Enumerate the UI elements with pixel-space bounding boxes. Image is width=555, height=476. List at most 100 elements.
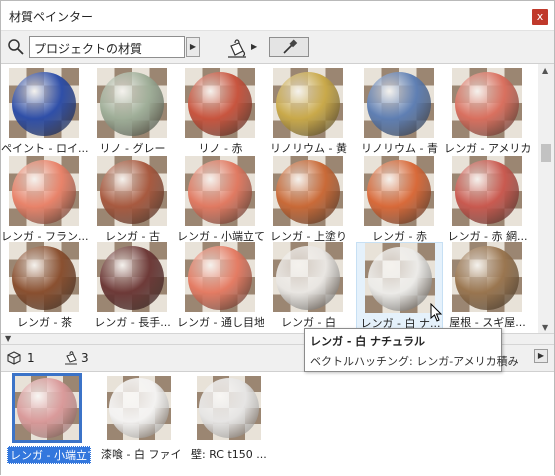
- material-thumbnail: [364, 156, 434, 226]
- bucket-options-arrow[interactable]: ▶: [251, 42, 257, 51]
- material-label: レンガ - アメリカ...: [444, 142, 531, 155]
- used-material-item[interactable]: レンガ - 小端立て: [7, 373, 91, 466]
- used-material-thumbnail: [197, 376, 261, 440]
- material-thumbnail: [97, 156, 167, 226]
- title-bar: 材質ペインター x: [1, 1, 554, 31]
- material-swatch[interactable]: リノリウム - 黄: [265, 68, 352, 156]
- material-sphere: [455, 246, 519, 310]
- material-sphere: [368, 247, 432, 311]
- material-swatch[interactable]: リノリウム - 青: [356, 68, 443, 156]
- material-sphere: [188, 246, 252, 310]
- scroll-up-icon[interactable]: ▲: [542, 66, 548, 75]
- material-sphere: [188, 160, 252, 224]
- material-tooltip: レンガ - 白 ナチュラル ベクトルハッチング: レンガ-アメリカ積み: [304, 328, 519, 372]
- material-label: リノリウム - 青: [361, 142, 438, 155]
- material-count: 3: [81, 351, 89, 365]
- mouse-cursor-icon: [430, 303, 443, 322]
- material-swatch[interactable]: レンガ - 小端立て: [177, 156, 264, 244]
- material-swatch[interactable]: レンガ - 赤: [356, 156, 443, 244]
- search-icon: [8, 39, 24, 55]
- material-thumbnail: [185, 242, 255, 312]
- material-thumbnail: [9, 156, 79, 226]
- material-sphere: [367, 72, 431, 136]
- window-title: 材質ペインター: [9, 10, 94, 24]
- material-thumbnail: [9, 68, 79, 138]
- material-sphere: [367, 160, 431, 224]
- material-label: ペイント - ロイ...: [1, 142, 88, 155]
- material-swatch[interactable]: レンガ - 白: [265, 242, 352, 330]
- material-sphere: [276, 246, 340, 310]
- material-label: レンガ - 茶: [17, 316, 72, 329]
- used-material-label: 漆喰 - 白 ファイン: [101, 448, 183, 461]
- used-material-sphere: [17, 378, 77, 438]
- material-swatch[interactable]: リノ - 赤: [177, 68, 264, 156]
- material-sphere: [276, 160, 340, 224]
- search-scope-dropdown[interactable]: ▶: [186, 37, 200, 57]
- cube-icon: [7, 351, 21, 365]
- material-thumbnail: [9, 242, 79, 312]
- material-label: リノリウム - 黄: [270, 142, 347, 155]
- material-thumbnail: [97, 68, 167, 138]
- material-swatch[interactable]: レンガ - 上塗り: [265, 156, 352, 244]
- material-swatch[interactable]: リノ - グレー: [89, 68, 176, 156]
- paint-bucket-icon[interactable]: [225, 37, 249, 59]
- material-grid: ペイント - ロイ... リノ - グレー リノ - 赤 リノリウム - 黄 リノリウム…: [1, 63, 554, 334]
- material-thumbnail: [452, 242, 522, 312]
- material-swatch[interactable]: ペイント - ロイ...: [1, 68, 88, 156]
- material-swatch[interactable]: レンガ - 長手...: [89, 242, 176, 330]
- material-label: レンガ - 長手...: [94, 316, 171, 329]
- material-sphere: [100, 160, 164, 224]
- paint-bucket-icon: [65, 351, 77, 365]
- used-material-sphere: [199, 378, 259, 438]
- used-material-item[interactable]: 漆喰 - 白 ファイン: [99, 376, 183, 466]
- material-sphere: [12, 72, 76, 136]
- material-swatch[interactable]: レンガ - 古: [89, 156, 176, 244]
- material-swatch[interactable]: レンガ - 通し目地: [177, 242, 264, 330]
- material-sphere: [100, 72, 164, 136]
- material-label: リノ - グレー: [99, 142, 166, 155]
- material-thumbnail: [452, 156, 522, 226]
- material-thumbnail: [364, 68, 434, 138]
- used-material-sphere: [109, 378, 169, 438]
- material-thumbnail: [185, 68, 255, 138]
- material-swatch[interactable]: レンガ - アメリカ...: [444, 68, 531, 156]
- material-painter-window: 材質ペインター x プロジェクトの材質 ▶ ▶ ペイント - ロイ... リノ -…: [0, 0, 555, 476]
- material-sphere: [188, 72, 252, 136]
- material-sphere: [12, 246, 76, 310]
- eyedropper-icon: [283, 39, 298, 54]
- scroll-thumb[interactable]: [541, 144, 551, 162]
- material-swatch[interactable]: 屋根 - スギ屋...: [444, 242, 531, 330]
- collapse-caret-icon[interactable]: ▼: [5, 334, 11, 343]
- used-material-item[interactable]: 壁: RC t150 ...: [189, 376, 273, 466]
- used-material-label: 壁: RC t150 ...: [191, 448, 267, 461]
- close-button[interactable]: x: [532, 9, 548, 25]
- material-thumbnail: [273, 156, 343, 226]
- search-input[interactable]: プロジェクトの材質: [29, 36, 185, 58]
- used-materials-pane: レンガ - 小端立て漆喰 - 白 ファイン壁: RC t150 ...: [1, 371, 554, 476]
- material-thumbnail: [452, 68, 522, 138]
- tooltip-detail: ベクトルハッチング: レンガ-アメリカ積み: [310, 355, 519, 368]
- material-thumbnail: [185, 156, 255, 226]
- used-material-thumbnail: [107, 376, 171, 440]
- material-thumbnail: [97, 242, 167, 312]
- material-sphere: [455, 160, 519, 224]
- object-count: 1: [27, 351, 35, 365]
- material-sphere: [12, 160, 76, 224]
- material-swatch[interactable]: レンガ - 茶: [1, 242, 88, 330]
- material-sphere: [276, 72, 340, 136]
- material-thumbnail: [273, 68, 343, 138]
- eyedropper-button[interactable]: [269, 37, 309, 57]
- used-material-thumbnail: [12, 373, 82, 443]
- used-material-label: レンガ - 小端立て: [7, 446, 91, 464]
- vertical-scrollbar[interactable]: ▲ ▼: [538, 64, 554, 334]
- expand-button[interactable]: ▶: [534, 349, 548, 363]
- material-label: レンガ - 通し目地: [177, 316, 264, 329]
- material-label: リノ - 赤: [198, 142, 243, 155]
- scroll-down-icon[interactable]: ▼: [542, 323, 548, 332]
- material-sphere: [100, 246, 164, 310]
- material-swatch[interactable]: レンガ - 赤 網...: [444, 156, 531, 244]
- material-thumbnail: [365, 243, 435, 313]
- toolbar: プロジェクトの材質 ▶ ▶: [1, 31, 554, 63]
- material-swatch[interactable]: レンガ - フラン...: [1, 156, 88, 244]
- tooltip-title: レンガ - 白 ナチュラル: [310, 335, 426, 348]
